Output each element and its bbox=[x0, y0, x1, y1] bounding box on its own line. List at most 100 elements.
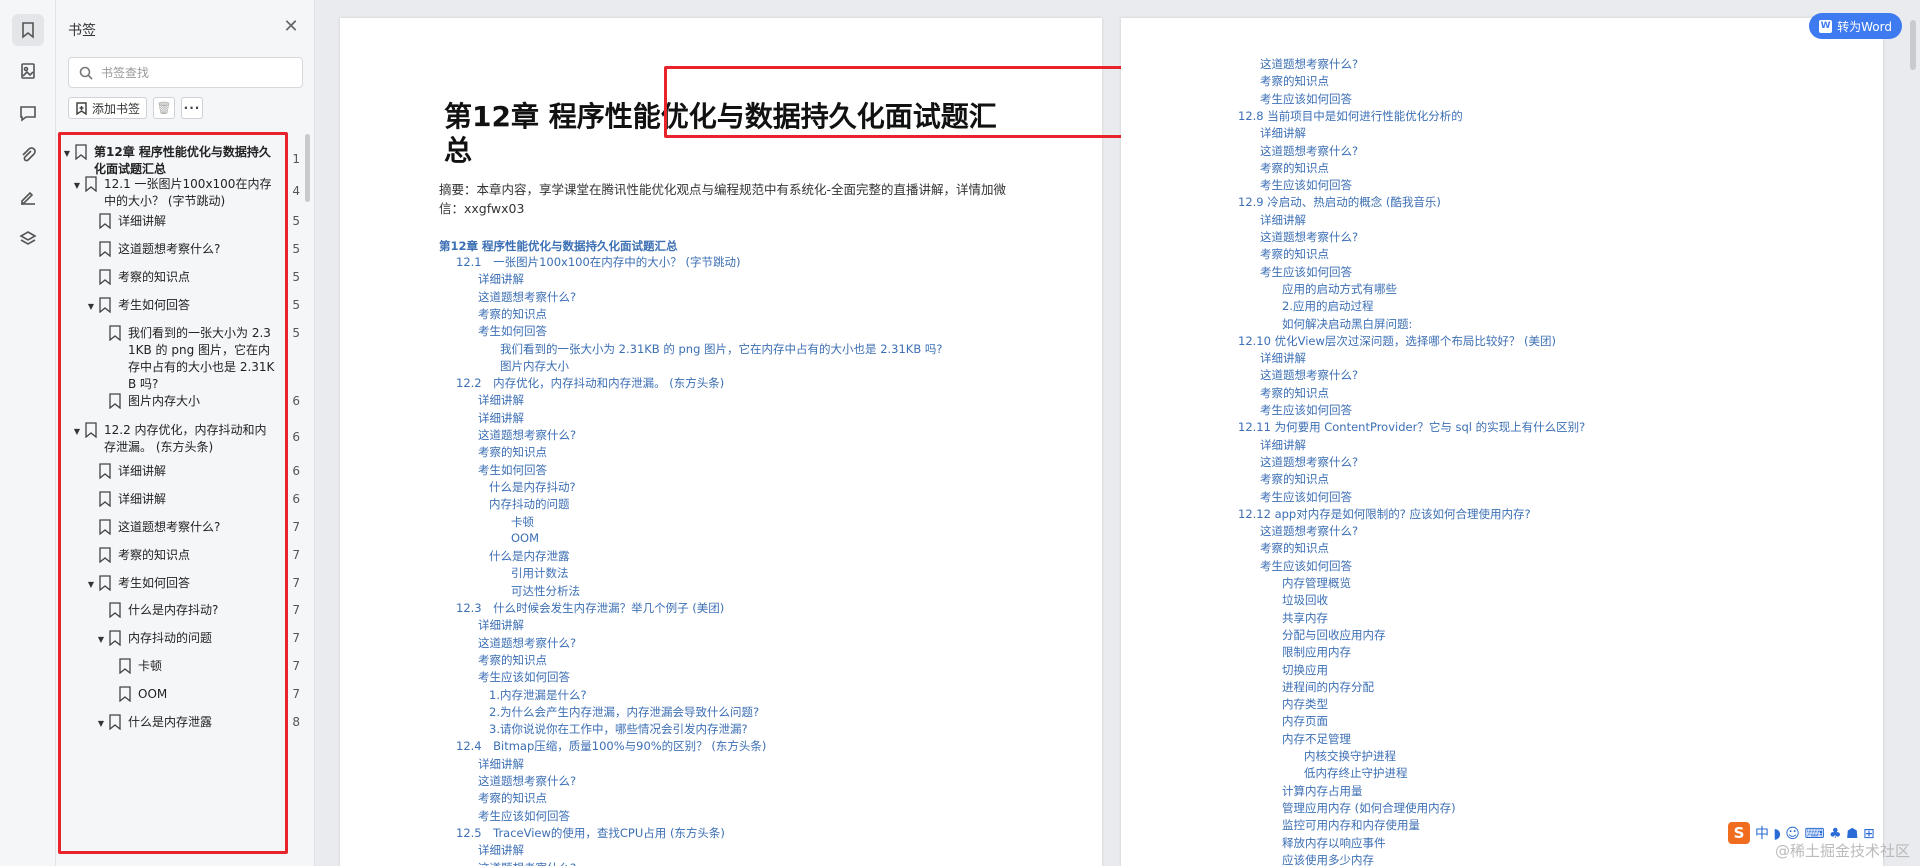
document-scrollbar[interactable] bbox=[1910, 20, 1916, 70]
toc-entry[interactable]: 详细讲解 bbox=[1260, 125, 1306, 141]
toc-entry[interactable]: 12.10 优化View层次过深问题，选择哪个布局比较好？ (美团) bbox=[1238, 333, 1556, 349]
toc-entry[interactable]: 考察的知识点 bbox=[478, 306, 547, 322]
toc-entry[interactable]: 详细讲解 bbox=[478, 617, 524, 633]
toc-entry[interactable]: 释放内存以响应事件 bbox=[1282, 835, 1386, 851]
toc-entry[interactable]: 考察的知识点 bbox=[478, 652, 547, 668]
attachment-icon[interactable] bbox=[12, 139, 44, 171]
toc-entry[interactable]: 考生应该如何回答 bbox=[478, 808, 570, 824]
bookmark-item[interactable]: 卡顿 7 bbox=[56, 658, 306, 675]
toc-entry[interactable]: 应该使用多少内存 bbox=[1282, 852, 1374, 866]
toc-entry[interactable]: 12.12 app对内存是如何限制的? 应该如何合理使用内存? bbox=[1238, 506, 1531, 522]
toc-entry[interactable]: 这道题想考察什么? bbox=[478, 773, 576, 789]
bookmark-item[interactable]: 什么是内存抖动? 7 bbox=[56, 602, 306, 619]
toc-entry[interactable]: 分配与回收应用内存 bbox=[1282, 627, 1386, 643]
bookmark-item[interactable]: ▼ 12.1 一张图片100x100在内存中的大小？ (字节跳动) 4 bbox=[56, 176, 306, 210]
toc-entry[interactable]: 考生应该如何回答 bbox=[1260, 558, 1352, 574]
toc-entry[interactable]: 详细讲解 bbox=[478, 271, 524, 287]
toc-entry[interactable]: 图片内存大小 bbox=[500, 358, 569, 374]
more-options-button[interactable]: ··· bbox=[181, 97, 204, 119]
signature-icon[interactable] bbox=[12, 181, 44, 213]
toc-entry[interactable]: 考生应该如何回答 bbox=[1260, 177, 1352, 193]
toc-entry[interactable]: 12.1 一张图片100x100在内存中的大小？ (字节跳动) bbox=[456, 254, 740, 270]
bookmark-item[interactable]: 这道题想考察什么? 7 bbox=[56, 519, 306, 536]
expand-arrow-icon[interactable]: ▼ bbox=[72, 423, 82, 440]
toc-entry[interactable]: 考生如何回答 bbox=[478, 462, 547, 478]
toc-entry[interactable]: 进程间的内存分配 bbox=[1282, 679, 1374, 695]
expand-arrow-icon[interactable]: ▼ bbox=[72, 177, 82, 194]
toc-entry[interactable]: 考生应该如何回答 bbox=[1260, 264, 1352, 280]
toc-entry[interactable]: 考生应该如何回答 bbox=[1260, 489, 1352, 505]
expand-arrow-icon[interactable]: ▼ bbox=[86, 576, 96, 593]
toc-entry[interactable]: 共享内存 bbox=[1282, 610, 1328, 626]
bookmark-item[interactable]: ▼ 内存抖动的问题 7 bbox=[56, 630, 306, 648]
bookmark-icon[interactable] bbox=[12, 14, 44, 46]
toc-entry[interactable]: 考生应该如何回答 bbox=[1260, 402, 1352, 418]
toc-entry[interactable]: 2.应用的启动过程 bbox=[1282, 298, 1373, 314]
bookmark-search[interactable] bbox=[68, 57, 303, 88]
panel-scrollbar[interactable] bbox=[305, 134, 310, 202]
toc-entry[interactable]: 考生如何回答 bbox=[478, 323, 547, 339]
toc-entry[interactable]: 什么是内存泄露 bbox=[489, 548, 570, 564]
convert-to-word-button[interactable]: W 转为Word bbox=[1809, 13, 1902, 39]
toc-entry[interactable]: 详细讲解 bbox=[478, 842, 524, 858]
toc-entry[interactable]: 管理应用内存 (如何合理使用内存) bbox=[1282, 800, 1456, 816]
toc-entry[interactable]: 卡顿 bbox=[511, 514, 534, 530]
bookmark-item[interactable]: 图片内存大小 6 bbox=[56, 393, 306, 410]
toc-entry[interactable]: 详细讲解 bbox=[478, 410, 524, 426]
delete-bookmark-button[interactable]: 🗑 bbox=[153, 97, 176, 119]
bookmark-item[interactable]: 详细讲解 6 bbox=[56, 491, 306, 508]
toc-entry[interactable]: 12.2 内存优化，内存抖动和内存泄漏。 (东方头条) bbox=[456, 375, 724, 391]
toc-entry[interactable]: 详细讲解 bbox=[1260, 212, 1306, 228]
bookmark-item[interactable]: 我们看到的一张大小为 2.31KB 的 png 图片，它在内存中占有的大小也是 … bbox=[56, 325, 306, 393]
comment-icon[interactable] bbox=[12, 97, 44, 129]
expand-arrow-icon[interactable]: ▼ bbox=[86, 298, 96, 315]
toc-entry[interactable]: 我们看到的一张大小为 2.31KB 的 png 图片，它在内存中占有的大小也是 … bbox=[500, 341, 943, 357]
toc-entry[interactable]: 内存管理概览 bbox=[1282, 575, 1351, 591]
toc-entry[interactable]: 内存抖动的问题 bbox=[489, 496, 570, 512]
toc-entry[interactable]: 计算内存占用量 bbox=[1282, 783, 1363, 799]
toc-entry[interactable]: 这道题想考察什么? bbox=[478, 860, 576, 866]
toc-entry[interactable]: 这道题想考察什么? bbox=[1260, 229, 1358, 245]
toc-entry[interactable]: 考生应该如何回答 bbox=[1260, 91, 1352, 107]
expand-arrow-icon[interactable]: ▼ bbox=[62, 145, 72, 162]
toc-entry[interactable]: 这道题想考察什么? bbox=[1260, 523, 1358, 539]
toc-entry[interactable]: 考察的知识点 bbox=[1260, 160, 1329, 176]
bookmark-item[interactable]: 详细讲解 6 bbox=[56, 463, 306, 480]
toc-entry[interactable]: 考察的知识点 bbox=[1260, 471, 1329, 487]
toc-entry[interactable]: 内存页面 bbox=[1282, 713, 1328, 729]
layers-icon[interactable] bbox=[12, 223, 44, 255]
toc-entry[interactable]: 12.9 冷启动、热启动的概念 (酷我音乐) bbox=[1238, 194, 1441, 210]
toc-entry[interactable]: 低内存终止守护进程 bbox=[1304, 765, 1408, 781]
toc-heading[interactable]: 第12章 程序性能优化与数据持久化面试题汇总 bbox=[439, 238, 678, 254]
toc-entry[interactable]: 内存类型 bbox=[1282, 696, 1328, 712]
toc-entry[interactable]: 考生应该如何回答 bbox=[478, 669, 570, 685]
toc-entry[interactable]: 什么是内存抖动? bbox=[489, 479, 576, 495]
toc-entry[interactable]: 详细讲解 bbox=[478, 756, 524, 772]
toc-entry[interactable]: 切换应用 bbox=[1282, 662, 1328, 678]
toc-entry[interactable]: 这道题想考察什么? bbox=[478, 635, 576, 651]
toc-entry[interactable]: 限制应用内存 bbox=[1282, 644, 1351, 660]
toc-entry[interactable]: 监控可用内存和内存使用量 bbox=[1282, 817, 1420, 833]
bookmark-item[interactable]: 详细讲解 5 bbox=[56, 213, 306, 230]
toc-entry[interactable]: 1.内存泄漏是什么? bbox=[489, 687, 587, 703]
toc-entry[interactable]: 12.3 什么时候会发生内存泄漏？举几个例子 (美团) bbox=[456, 600, 724, 616]
expand-arrow-icon[interactable]: ▼ bbox=[96, 631, 106, 648]
toc-entry[interactable]: 详细讲解 bbox=[478, 392, 524, 408]
toc-entry[interactable]: 这道题想考察什么? bbox=[1260, 56, 1358, 72]
toc-entry[interactable]: 考察的知识点 bbox=[1260, 540, 1329, 556]
toc-entry[interactable]: 这道题想考察什么? bbox=[1260, 143, 1358, 159]
toc-entry[interactable]: 这道题想考察什么? bbox=[1260, 367, 1358, 383]
bookmark-item[interactable]: ▼ 考生如何回答 7 bbox=[56, 575, 306, 593]
bookmark-item[interactable]: ▼ 考生如何回答 5 bbox=[56, 297, 306, 315]
toc-entry[interactable]: 考察的知识点 bbox=[1260, 385, 1329, 401]
toc-entry[interactable]: 考察的知识点 bbox=[478, 444, 547, 460]
expand-arrow-icon[interactable]: ▼ bbox=[96, 715, 106, 732]
toc-entry[interactable]: 这道题想考察什么? bbox=[478, 289, 576, 305]
bookmark-item[interactable]: 考察的知识点 7 bbox=[56, 547, 306, 564]
add-bookmark-button[interactable]: 添加书签 bbox=[68, 97, 148, 119]
toc-entry[interactable]: 3.请你说说你在工作中，哪些情况会引发内存泄漏? bbox=[489, 721, 748, 737]
bookmark-search-input[interactable] bbox=[101, 65, 291, 80]
toc-entry[interactable]: 引用计数法 bbox=[511, 565, 569, 581]
toc-entry[interactable]: 12.11 为何要用 ContentProvider？它与 sql 的实现上有什… bbox=[1238, 419, 1585, 435]
toc-entry[interactable]: 内核交换守护进程 bbox=[1304, 748, 1396, 764]
